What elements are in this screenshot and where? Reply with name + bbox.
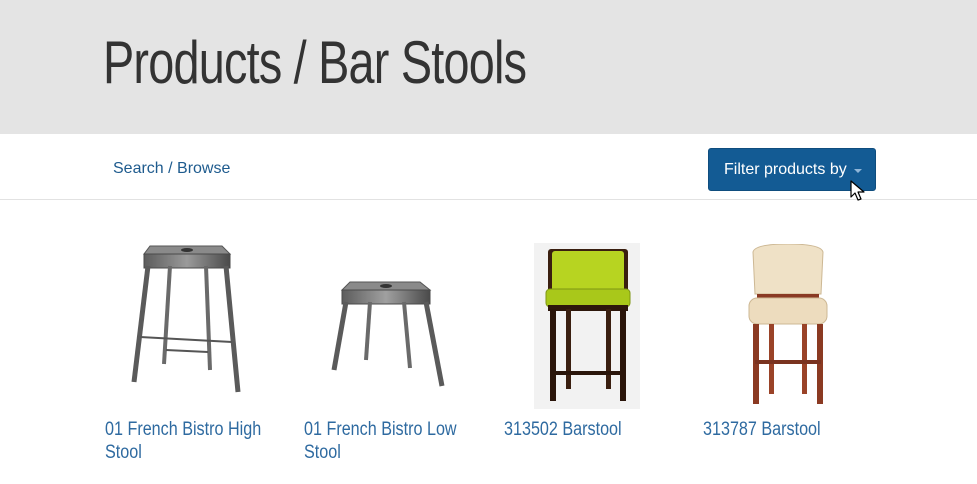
mouse-pointer-icon <box>850 180 865 201</box>
product-name[interactable]: 313787 Barstool <box>703 418 863 441</box>
page-header: Products / Bar Stools <box>0 0 977 134</box>
product-card[interactable]: 313502 Barstool <box>504 200 694 484</box>
product-name[interactable]: 01 French Bistro Low Stool <box>304 418 464 464</box>
cream-upholstered-barstool-icon <box>748 244 828 404</box>
caret-down-icon <box>853 168 862 173</box>
filter-button-label: Filter products by <box>724 160 847 178</box>
search-browse-link[interactable]: Search / Browse <box>113 160 230 178</box>
page-title: Products / Bar Stools <box>103 29 527 96</box>
product-card[interactable]: 01 French Bistro High Stool <box>105 200 295 484</box>
metal-high-stool-icon <box>131 245 241 393</box>
product-name[interactable]: 313502 Barstool <box>504 418 664 441</box>
toolbar: Search / Browse Filter products by <box>0 134 977 200</box>
metal-low-stool-icon <box>331 281 445 387</box>
lime-upholstered-barstool-icon <box>534 243 640 409</box>
product-name[interactable]: 01 French Bistro High Stool <box>105 418 265 464</box>
product-grid: 01 French Bistro High Stool 01 French Bi… <box>0 200 977 484</box>
product-card[interactable]: 313787 Barstool <box>703 200 893 484</box>
product-card[interactable]: 01 French Bistro Low Stool <box>304 200 494 484</box>
